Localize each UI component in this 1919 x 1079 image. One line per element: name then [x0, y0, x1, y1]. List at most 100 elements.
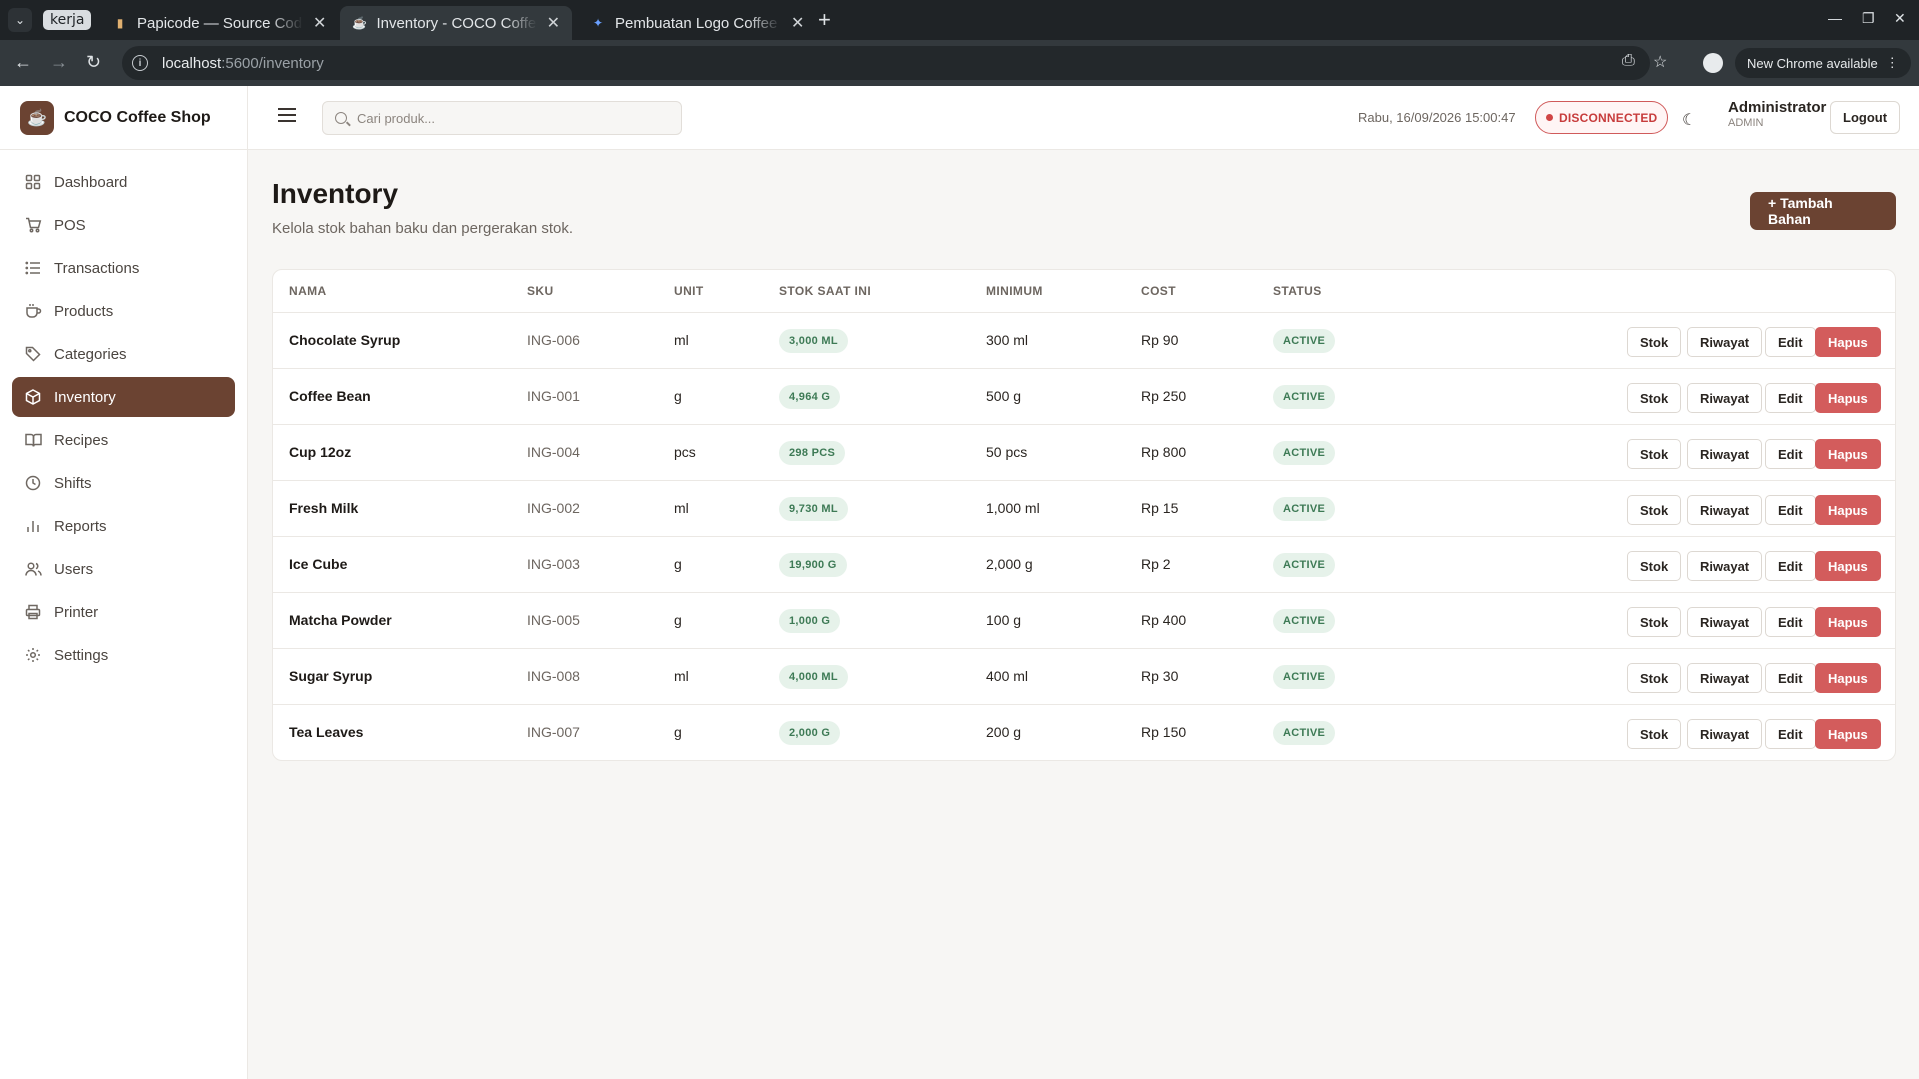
site-info-icon[interactable]: i: [132, 55, 148, 71]
history-button[interactable]: Riwayat: [1687, 495, 1763, 525]
install-app-icon[interactable]: ⎙: [1622, 52, 1635, 70]
back-icon[interactable]: ←: [14, 52, 32, 72]
url-text[interactable]: localhost:5600/inventory: [162, 55, 324, 72]
product-search[interactable]: [322, 101, 682, 135]
delete-button[interactable]: Hapus: [1815, 327, 1881, 357]
ingredient-cost: Rp 15: [1141, 500, 1179, 516]
ingredient-sku: ING-005: [527, 612, 580, 628]
col-header-minimum[interactable]: MINIMUM: [986, 284, 1043, 298]
history-button[interactable]: Riwayat: [1687, 327, 1763, 357]
sidebar-item-printer[interactable]: Printer: [12, 592, 235, 632]
edit-button[interactable]: Edit: [1765, 327, 1816, 357]
ingredient-cost: Rp 800: [1141, 444, 1187, 460]
delete-button[interactable]: Hapus: [1815, 607, 1881, 637]
ingredient-unit: pcs: [674, 444, 696, 460]
close-window-icon[interactable]: ✕: [1894, 10, 1906, 27]
ingredient-minimum: 200 g: [986, 724, 1022, 740]
forward-icon[interactable]: →: [50, 52, 68, 72]
history-button[interactable]: Riwayat: [1687, 439, 1763, 469]
ingredient-cost: Rp 30: [1141, 668, 1179, 684]
stock-button[interactable]: Stok: [1627, 383, 1682, 413]
table-row: Cup 12oz ING-004 pcs 298 PCS 50 pcs Rp 800 ACT…: [273, 425, 1895, 481]
delete-button[interactable]: Hapus: [1815, 495, 1881, 525]
ingredient-unit: ml: [674, 668, 689, 684]
dark-mode-toggle-icon[interactable]: ☾: [1682, 110, 1696, 130]
restore-icon[interactable]: ❐: [1862, 10, 1875, 27]
history-button[interactable]: Riwayat: [1687, 383, 1763, 413]
col-header-sku[interactable]: SKU: [527, 284, 554, 298]
edit-button[interactable]: Edit: [1765, 663, 1816, 693]
logout-button[interactable]: Logout: [1830, 101, 1901, 134]
edit-button[interactable]: Edit: [1765, 439, 1816, 469]
sidebar-item-inventory[interactable]: Inventory: [12, 377, 235, 417]
sidebar-item-pos[interactable]: POS: [12, 205, 235, 245]
sidebar-item-categories[interactable]: Categories: [12, 334, 235, 374]
sidebar-item-recipes[interactable]: Recipes: [12, 420, 235, 460]
grid-icon: [24, 173, 42, 191]
new-tab-icon[interactable]: +: [818, 8, 831, 32]
close-tab-icon[interactable]: ✕: [313, 13, 326, 33]
address-bar[interactable]: i localhost:5600/inventory: [122, 46, 1650, 80]
col-header-unit[interactable]: UNIT: [674, 284, 704, 298]
ingredient-sku: ING-002: [527, 500, 580, 516]
inventory-table: NAMA SKU UNIT STOK SAAT INI MINIMUM COST…: [272, 269, 1896, 761]
ingredient-sku: ING-006: [527, 332, 580, 348]
search-input[interactable]: [357, 110, 657, 126]
cup-icon: [24, 302, 42, 320]
table-row: Coffee Bean ING-001 g 4,964 G 500 g Rp 250 ACT…: [273, 369, 1895, 425]
delete-button[interactable]: Hapus: [1815, 439, 1881, 469]
col-header-stock[interactable]: STOK SAAT INI: [779, 284, 871, 298]
edit-button[interactable]: Edit: [1765, 607, 1816, 637]
col-header-cost[interactable]: COST: [1141, 284, 1176, 298]
tab-group-label[interactable]: kerja: [43, 10, 92, 30]
bar-chart-icon: [24, 517, 42, 535]
history-button[interactable]: Riwayat: [1687, 551, 1763, 581]
stock-button[interactable]: Stok: [1627, 495, 1682, 525]
sidebar-item-users[interactable]: Users: [12, 549, 235, 589]
browser-tab-papicode[interactable]: ▮ Papicode — Source Code ✕: [100, 6, 338, 40]
close-tab-icon[interactable]: ✕: [547, 13, 560, 33]
minimize-icon[interactable]: —: [1828, 10, 1842, 26]
stock-button[interactable]: Stok: [1627, 607, 1682, 637]
ingredient-cost: Rp 90: [1141, 332, 1179, 348]
col-header-status[interactable]: STATUS: [1273, 284, 1322, 298]
stock-button[interactable]: Stok: [1627, 719, 1682, 749]
stock-button[interactable]: Stok: [1627, 551, 1682, 581]
brand: ☕ COCO Coffee Shop: [0, 86, 247, 150]
history-button[interactable]: Riwayat: [1687, 663, 1763, 693]
delete-button[interactable]: Hapus: [1815, 719, 1881, 749]
edit-button[interactable]: Edit: [1765, 495, 1816, 525]
edit-button[interactable]: Edit: [1765, 551, 1816, 581]
history-button[interactable]: Riwayat: [1687, 719, 1763, 749]
tab-search-chevron-icon[interactable]: ⌄: [8, 8, 32, 32]
sidebar: ☕ COCO Coffee Shop Dashboard POS Transac…: [0, 86, 248, 1079]
sidebar-item-transactions[interactable]: Transactions: [12, 248, 235, 288]
table-header: NAMA SKU UNIT STOK SAAT INI MINIMUM COST…: [273, 270, 1895, 313]
sidebar-item-settings[interactable]: Settings: [12, 635, 235, 675]
profile-avatar-icon[interactable]: [1703, 53, 1723, 73]
delete-button[interactable]: Hapus: [1815, 551, 1881, 581]
delete-button[interactable]: Hapus: [1815, 383, 1881, 413]
stock-button[interactable]: Stok: [1627, 327, 1682, 357]
edit-button[interactable]: Edit: [1765, 383, 1816, 413]
sidebar-item-shifts[interactable]: Shifts: [12, 463, 235, 503]
chrome-update-button[interactable]: New Chrome available ⋮: [1735, 48, 1911, 78]
edit-button[interactable]: Edit: [1765, 719, 1816, 749]
stock-button[interactable]: Stok: [1627, 663, 1682, 693]
sidebar-item-dashboard[interactable]: Dashboard: [12, 162, 235, 202]
browser-tab-inventory[interactable]: ☕ Inventory - COCO Coffee Shop ✕: [340, 6, 572, 40]
add-ingredient-button[interactable]: + Tambah Bahan: [1750, 192, 1896, 230]
history-button[interactable]: Riwayat: [1687, 607, 1763, 637]
user-role: ADMIN: [1728, 117, 1764, 129]
sidebar-item-products[interactable]: Products: [12, 291, 235, 331]
col-header-name[interactable]: NAMA: [289, 284, 327, 298]
sidebar-item-reports[interactable]: Reports: [12, 506, 235, 546]
reload-icon[interactable]: ↻: [86, 52, 101, 72]
bookmark-star-icon[interactable]: ☆: [1653, 52, 1667, 72]
stock-button[interactable]: Stok: [1627, 439, 1682, 469]
close-tab-icon[interactable]: ✕: [791, 13, 804, 33]
menu-toggle-icon[interactable]: [278, 108, 296, 122]
more-vert-icon: ⋮: [1885, 55, 1899, 70]
delete-button[interactable]: Hapus: [1815, 663, 1881, 693]
browser-tab-logo[interactable]: ✦ Pembuatan Logo Coffee Shop ✕: [578, 6, 816, 40]
